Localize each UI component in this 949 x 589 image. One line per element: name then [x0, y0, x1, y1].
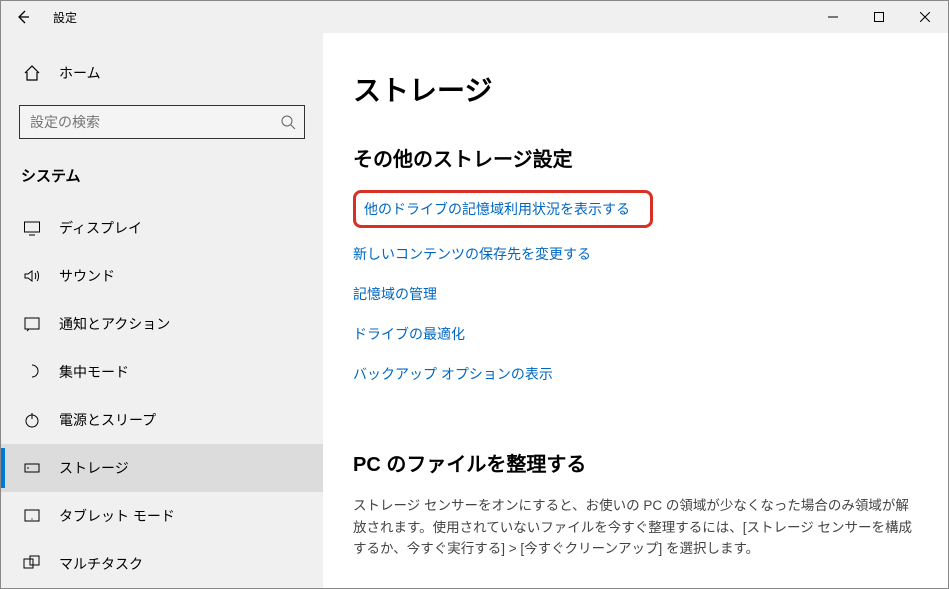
search-icon — [280, 114, 296, 130]
notifications-icon — [23, 315, 41, 333]
close-icon — [920, 12, 930, 22]
focus-icon — [23, 363, 41, 381]
tablet-icon — [23, 507, 41, 525]
sidebar: ホーム システム ディスプレイ サウンド 通知とアクション — [1, 33, 323, 588]
link-change-save-location[interactable]: 新しいコンテンツの保存先を変更する — [353, 244, 918, 264]
sidebar-item-label: 集中モード — [59, 362, 129, 382]
sidebar-item-notifications[interactable]: 通知とアクション — [1, 300, 323, 348]
window-title: 設定 — [45, 9, 77, 26]
sidebar-item-label: ディスプレイ — [59, 218, 142, 238]
sidebar-item-label: 電源とスリープ — [59, 410, 156, 430]
link-manage-storage-spaces[interactable]: 記憶域の管理 — [353, 284, 918, 304]
minimize-button[interactable] — [810, 1, 856, 33]
back-button[interactable] — [1, 1, 45, 33]
sidebar-item-sound[interactable]: サウンド — [1, 252, 323, 300]
section-other-storage-title: その他のストレージ設定 — [353, 143, 918, 172]
storage-icon — [23, 459, 41, 477]
maximize-icon — [874, 12, 884, 22]
sidebar-item-multitask[interactable]: マルチタスク — [1, 540, 323, 588]
sidebar-item-display[interactable]: ディスプレイ — [1, 204, 323, 252]
multitask-icon — [23, 555, 41, 573]
close-button[interactable] — [902, 1, 948, 33]
sidebar-item-power[interactable]: 電源とスリープ — [1, 396, 323, 444]
search-box[interactable] — [19, 105, 305, 139]
sidebar-item-label: 通知とアクション — [59, 314, 170, 334]
sidebar-item-storage[interactable]: ストレージ — [1, 444, 323, 492]
display-icon — [23, 219, 41, 237]
sidebar-item-tablet[interactable]: タブレット モード — [1, 492, 323, 540]
sidebar-item-label: ストレージ — [59, 458, 129, 478]
home-link[interactable]: ホーム — [1, 53, 323, 93]
sidebar-item-label: サウンド — [59, 266, 115, 286]
arrow-left-icon — [15, 9, 31, 25]
link-backup-options[interactable]: バックアップ オプションの表示 — [353, 364, 918, 384]
section-cleanup-title: PC のファイルを整理する — [353, 448, 918, 477]
home-icon — [23, 64, 41, 82]
power-icon — [23, 411, 41, 429]
sidebar-item-focus[interactable]: 集中モード — [1, 348, 323, 396]
sound-icon — [23, 267, 41, 285]
titlebar: 設定 — [1, 1, 948, 33]
content-pane: ストレージ その他のストレージ設定 他のドライブの記憶域利用状況を表示する 新し… — [323, 33, 948, 588]
sidebar-item-label: タブレット モード — [59, 506, 175, 526]
maximize-button[interactable] — [856, 1, 902, 33]
home-label: ホーム — [59, 63, 101, 83]
link-optimize-drives[interactable]: ドライブの最適化 — [353, 324, 918, 344]
page-title: ストレージ — [353, 69, 918, 109]
sidebar-item-label: マルチタスク — [59, 554, 143, 574]
sidebar-category: システム — [1, 155, 323, 204]
minimize-icon — [828, 12, 838, 22]
section-cleanup-body: ストレージ センサーをオンにすると、お使いの PC の領域が少なくなった場合のみ… — [353, 495, 918, 560]
link-view-other-drives[interactable]: 他のドライブの記憶域利用状況を表示する — [353, 190, 653, 228]
search-input[interactable] — [30, 114, 280, 130]
